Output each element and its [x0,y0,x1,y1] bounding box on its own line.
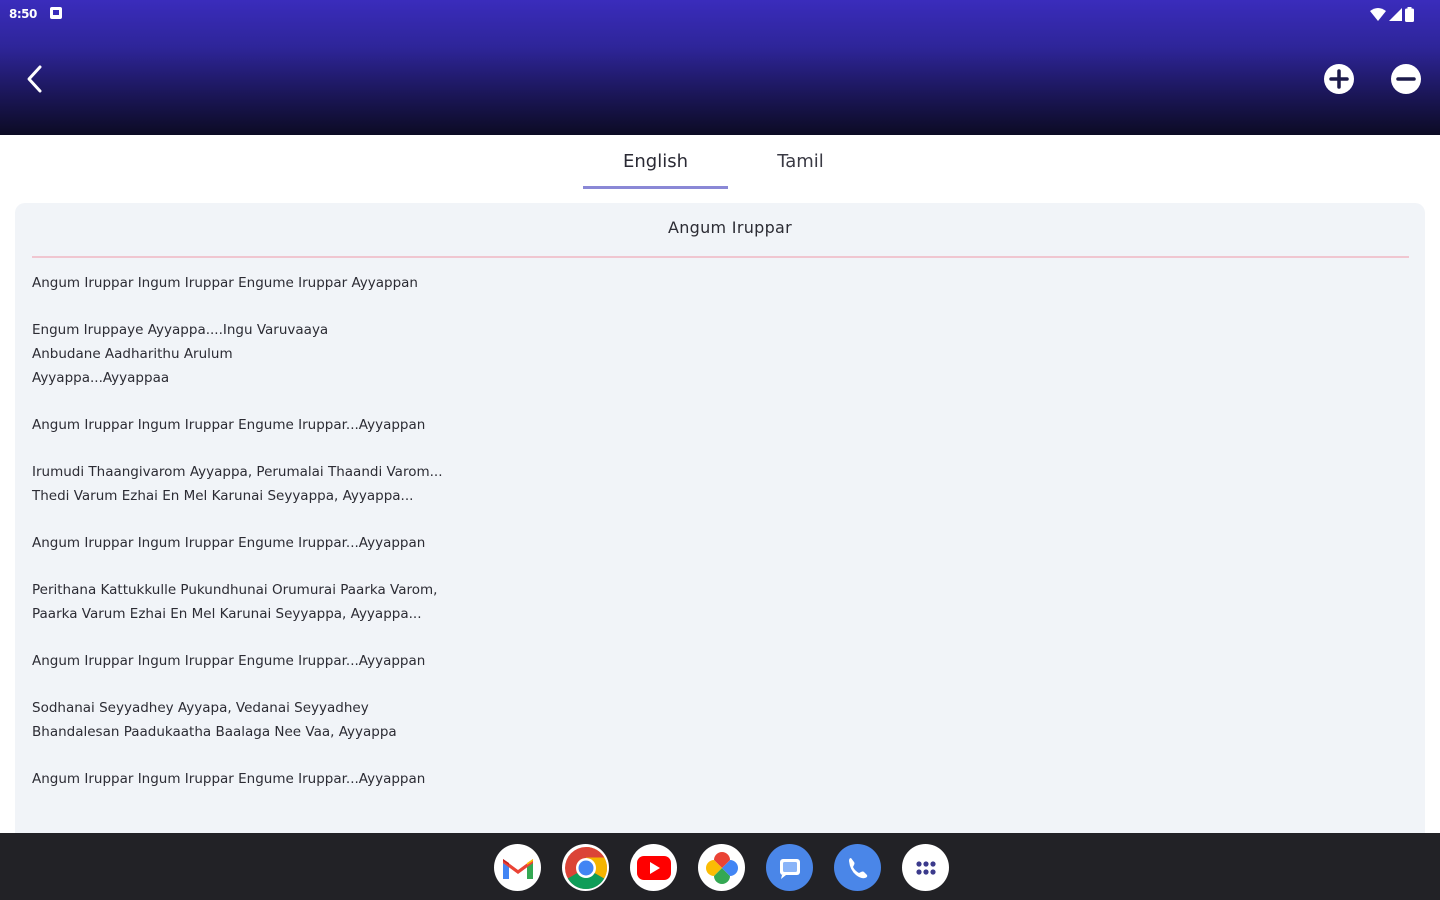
stanza: Angum Iruppar Ingum Iruppar Engume Irupp… [32,413,1332,437]
notification-icon [50,7,62,19]
stanza: Perithana Kattukkulle Pukundhunai Orumur… [32,578,1332,626]
stanza: Angum Iruppar Ingum Iruppar Engume Irupp… [32,271,1332,295]
messages-icon [769,847,810,888]
battery-icon [1405,6,1414,22]
chrome-app[interactable] [562,844,609,891]
lyrics-body: Angum Iruppar Ingum Iruppar Engume Irupp… [32,271,1332,814]
app-dock [494,844,949,891]
gmail-app[interactable] [494,844,541,891]
tab-tamil[interactable]: Tamil [728,135,873,189]
messages-app[interactable] [766,844,813,891]
lyric-line: Ayyappa...Ayyappaa [32,370,170,386]
lyric-line: Angum Iruppar Ingum Iruppar Engume Irupp… [32,535,426,551]
stanza: Engum Iruppaye Ayyappa....Ingu Varuvaaya… [32,318,1332,390]
lyric-line: Bhandalesan Paadukaatha Baalaga Nee Vaa,… [32,724,397,740]
taskbar [0,833,1440,900]
lyric-line: Angum Iruppar Ingum Iruppar Engume Irupp… [32,653,426,669]
lyric-line: Anbudane Aadharithu Arulum [32,346,233,362]
phone-icon [837,847,878,888]
lyric-line: Angum Iruppar Ingum Iruppar Engume Irupp… [32,771,426,787]
signal-icon [1389,7,1402,21]
language-tabs: English Tamil [583,135,873,189]
lyrics-card: Angum Iruppar Angum Iruppar Ingum Iruppa… [15,203,1425,843]
stanza: Angum Iruppar Ingum Iruppar Engume Irupp… [32,649,1332,673]
app-header: 8:50 [0,0,1440,135]
status-time: 8:50 [9,7,37,21]
chrome-icon [564,846,607,889]
app-drawer[interactable] [902,844,949,891]
stanza: Sodhanai Seyyadhey Ayyapa, Vedanai Seyya… [32,696,1332,744]
lyric-line: Angum Iruppar Ingum Iruppar Engume Irupp… [32,417,426,433]
zoom-in-button[interactable] [1322,62,1356,96]
status-icons [1370,5,1414,23]
app-drawer-icon [915,860,936,875]
phone-app[interactable] [834,844,881,891]
lyric-line: Paarka Varum Ezhai En Mel Karunai Seyyap… [32,606,422,622]
status-bar: 8:50 [0,0,1440,28]
stanza: Angum Iruppar Ingum Iruppar Engume Irupp… [32,531,1332,555]
lyric-line: Irumudi Thaangivarom Ayyappa, Perumalai … [32,464,443,480]
lyric-line: Perithana Kattukkulle Pukundhunai Orumur… [32,582,438,598]
photos-app[interactable] [698,844,745,891]
lyric-line: Thedi Varum Ezhai En Mel Karunai Seyyapp… [32,488,414,504]
plus-circle-icon [1324,64,1354,94]
lyric-line: Angum Iruppar Ingum Iruppar Engume Irupp… [32,275,418,291]
tab-english[interactable]: English [583,135,728,189]
screen: 8:50 English Tamil Angum Iruppar Angum I… [0,0,1440,900]
chevron-left-icon [27,65,42,93]
title-divider [32,256,1409,258]
gmail-icon [502,858,533,879]
stanza: Angum Iruppar Ingum Iruppar Engume Irupp… [32,767,1332,791]
photos-icon [705,851,738,884]
stanza: Irumudi Thaangivarom Ayyappa, Perumalai … [32,460,1332,508]
lyric-line: Sodhanai Seyyadhey Ayyapa, Vedanai Seyya… [32,700,369,716]
minus-circle-icon [1391,64,1421,94]
song-title: Angum Iruppar [667,218,793,237]
youtube-icon [636,855,671,880]
back-button[interactable] [14,58,56,100]
wifi-icon [1370,7,1386,21]
lyric-line: Engum Iruppaye Ayyappa....Ingu Varuvaaya [32,322,329,338]
youtube-app[interactable] [630,844,677,891]
zoom-out-button[interactable] [1389,62,1423,96]
